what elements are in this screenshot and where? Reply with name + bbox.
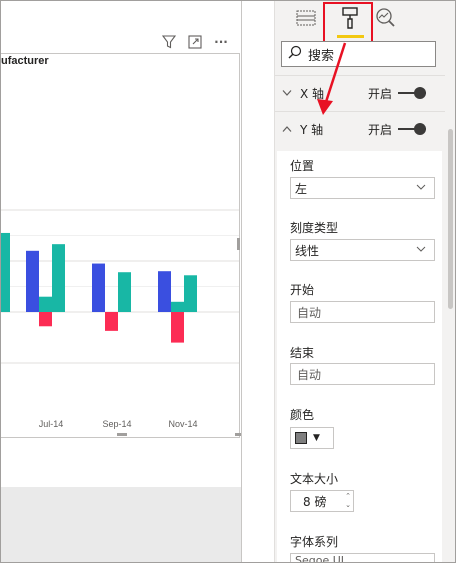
x-tick-label: Nov-14 bbox=[168, 419, 197, 429]
resize-handle-bottom[interactable] bbox=[117, 433, 127, 436]
color-label: 颜色 bbox=[290, 408, 315, 422]
spin-arrows-icon[interactable]: ⌃ ⌄ bbox=[345, 492, 351, 510]
analytics-magnifier-icon bbox=[374, 7, 398, 32]
bar-chart: Jul-14 Sep-14 Nov-14 bbox=[1, 209, 239, 429]
end-input[interactable]: 自动 bbox=[290, 363, 435, 385]
chart-bar[interactable] bbox=[52, 244, 65, 312]
chevron-down-icon bbox=[282, 86, 292, 100]
chart-bar[interactable] bbox=[39, 296, 52, 312]
font-family-label: 字体系列 bbox=[290, 535, 339, 549]
filter-icon[interactable] bbox=[161, 34, 177, 50]
chart-bar[interactable] bbox=[171, 312, 184, 343]
position-value: 左 bbox=[295, 181, 308, 196]
chart-bar[interactable] bbox=[1, 232, 10, 312]
annotation-highlight-box bbox=[323, 2, 373, 43]
text-size-label: 文本大小 bbox=[290, 472, 339, 486]
chart-bar[interactable] bbox=[158, 271, 171, 312]
text-size-value: 8 磅 bbox=[303, 494, 327, 509]
start-label: 开始 bbox=[290, 283, 315, 297]
chevron-up-icon bbox=[282, 122, 292, 136]
chevron-down-icon bbox=[416, 242, 426, 259]
y-axis-toggle[interactable] bbox=[398, 123, 426, 135]
chart-visual[interactable]: Jul-14 Sep-14 Nov-14 bbox=[1, 53, 240, 438]
fields-tab[interactable] bbox=[293, 5, 319, 33]
chart-title: ufacturer bbox=[1, 55, 49, 67]
resize-handle-right[interactable] bbox=[237, 238, 240, 250]
chart-bar[interactable] bbox=[184, 275, 197, 312]
scale-type-value: 线性 bbox=[295, 243, 320, 258]
visual-header: ··· bbox=[161, 33, 229, 51]
scale-type-label: 刻度类型 bbox=[290, 221, 339, 235]
chart-bar[interactable] bbox=[171, 301, 184, 312]
analytics-tab[interactable] bbox=[373, 5, 399, 33]
more-options-icon[interactable]: ··· bbox=[213, 34, 229, 50]
start-input[interactable]: 自动 bbox=[290, 301, 435, 323]
color-picker-button[interactable]: ▼ bbox=[290, 427, 334, 449]
chart-bar[interactable] bbox=[105, 312, 118, 331]
pane-scrollbar-thumb[interactable] bbox=[448, 129, 453, 309]
x-tick-label: Sep-14 bbox=[102, 419, 131, 429]
chart-bar[interactable] bbox=[118, 272, 131, 312]
position-label: 位置 bbox=[290, 159, 315, 173]
chevron-down-icon bbox=[416, 180, 426, 197]
chart-bar[interactable] bbox=[39, 312, 52, 327]
chart-bar[interactable] bbox=[92, 263, 105, 312]
canvas-footer-area bbox=[1, 487, 243, 562]
end-label: 结束 bbox=[290, 346, 315, 360]
annotation-arrow-icon bbox=[317, 42, 347, 115]
search-icon bbox=[288, 45, 302, 63]
caret-down-icon: ▼ bbox=[313, 433, 320, 443]
canvas-gap bbox=[242, 1, 274, 562]
font-family-dropdown[interactable]: Segoe UI bbox=[290, 553, 435, 562]
toggle-state-label: 开启 bbox=[368, 86, 393, 101]
section-label: Y 轴 bbox=[300, 122, 324, 137]
position-dropdown[interactable]: 左 bbox=[290, 177, 435, 199]
toggle-state-label: 开启 bbox=[368, 122, 393, 137]
x-tick-label: Jul-14 bbox=[39, 419, 64, 429]
focus-mode-icon[interactable] bbox=[187, 34, 203, 50]
fields-icon bbox=[295, 8, 317, 31]
x-axis-toggle[interactable] bbox=[398, 87, 426, 99]
scale-type-dropdown[interactable]: 线性 bbox=[290, 239, 435, 261]
text-size-stepper[interactable]: 8 磅 ⌃ ⌄ bbox=[290, 490, 354, 512]
color-swatch bbox=[295, 432, 307, 444]
app-window: ··· Jul-14 Sep-14 Nov-14 ufacturer 搜索 X … bbox=[0, 0, 456, 563]
chart-bar[interactable] bbox=[26, 250, 39, 312]
